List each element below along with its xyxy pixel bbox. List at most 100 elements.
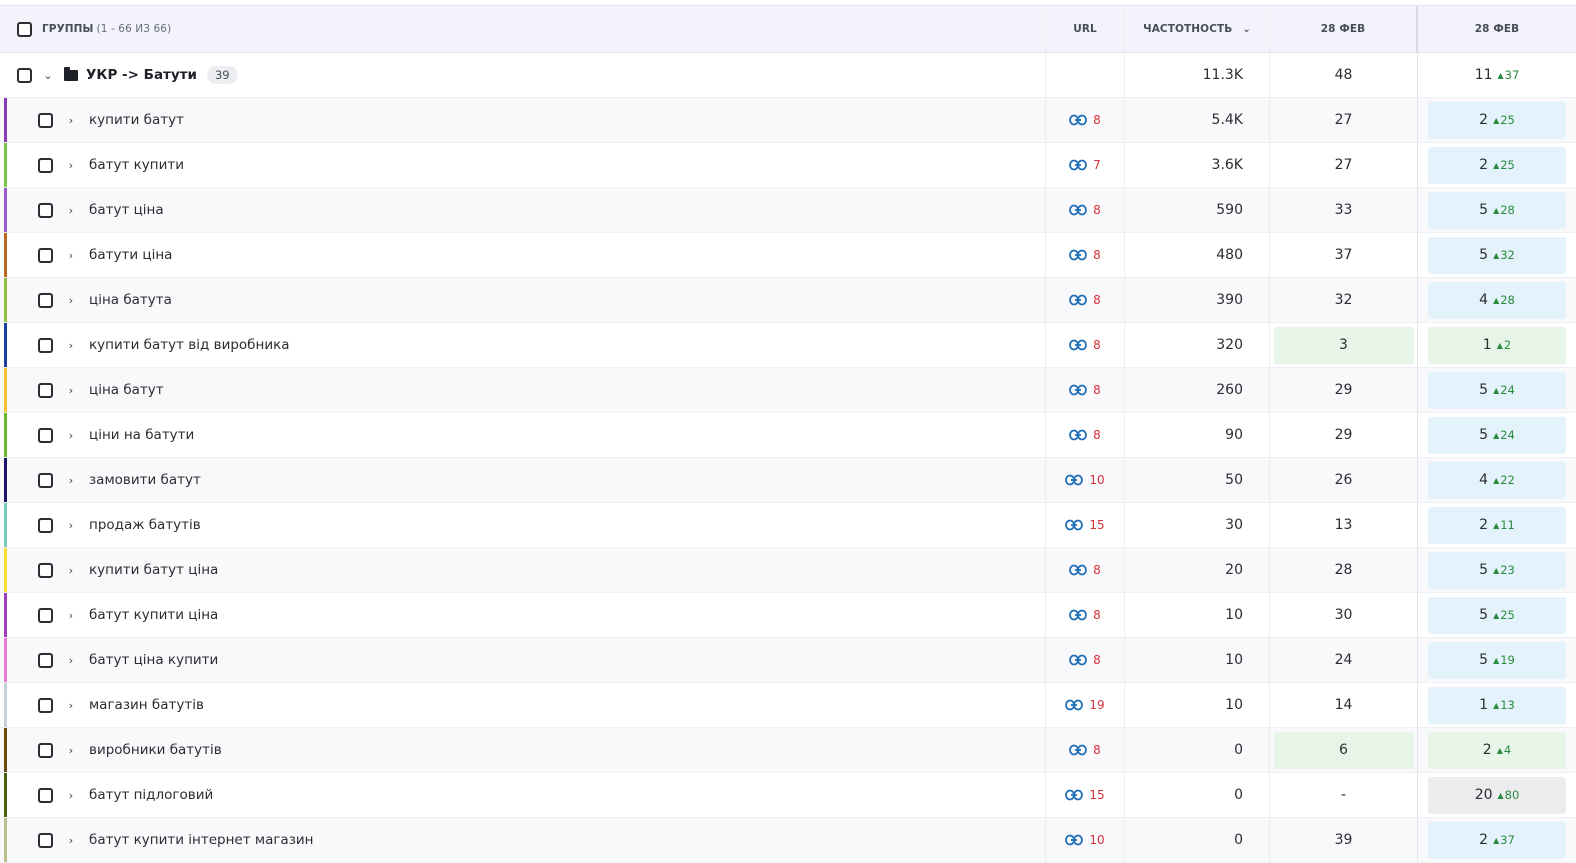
url-cell[interactable]: 8 xyxy=(1046,98,1125,142)
url-cell[interactable]: 8 xyxy=(1046,548,1125,592)
url-count[interactable]: 10 xyxy=(1089,473,1104,487)
row-checkbox[interactable] xyxy=(38,247,53,263)
chevron-right-icon[interactable]: › xyxy=(63,654,79,667)
header-date1[interactable]: 28 ФЕВ xyxy=(1270,6,1418,52)
table-row[interactable]: › продаж батутів 15 30 13 2 ▲11 xyxy=(0,503,1576,548)
url-count[interactable]: 8 xyxy=(1093,563,1101,577)
url-cell[interactable]: 15 xyxy=(1046,503,1125,547)
url-count[interactable]: 8 xyxy=(1093,383,1101,397)
url-cell[interactable]: 8 xyxy=(1046,323,1125,367)
url-count[interactable]: 8 xyxy=(1093,608,1101,622)
link-icon[interactable] xyxy=(1069,654,1088,666)
table-row[interactable]: › батут ціна купити 8 10 24 5 ▲19 xyxy=(0,638,1576,683)
row-checkbox[interactable] xyxy=(38,427,53,443)
table-row[interactable]: › купити батут від виробника 8 320 3 1 ▲… xyxy=(0,323,1576,368)
link-icon[interactable] xyxy=(1069,339,1088,351)
url-cell[interactable]: 8 xyxy=(1046,278,1125,322)
row-checkbox[interactable] xyxy=(38,472,53,488)
link-icon[interactable] xyxy=(1065,474,1084,486)
link-icon[interactable] xyxy=(1065,789,1084,801)
row-checkbox[interactable] xyxy=(38,652,53,668)
url-count[interactable]: 15 xyxy=(1089,788,1104,802)
row-checkbox[interactable] xyxy=(38,202,53,218)
chevron-right-icon[interactable]: › xyxy=(63,699,79,712)
url-count[interactable]: 19 xyxy=(1089,698,1104,712)
url-cell[interactable]: 8 xyxy=(1046,368,1125,412)
url-count[interactable]: 8 xyxy=(1093,743,1101,757)
table-row[interactable]: › батут купити 7 3.6K 27 2 ▲25 xyxy=(0,143,1576,188)
chevron-right-icon[interactable]: › xyxy=(63,834,79,847)
url-count[interactable]: 8 xyxy=(1093,428,1101,442)
url-cell[interactable]: 8 xyxy=(1046,233,1125,277)
link-icon[interactable] xyxy=(1069,384,1088,396)
row-checkbox[interactable] xyxy=(38,787,53,803)
row-checkbox[interactable] xyxy=(38,742,53,758)
select-all-checkbox[interactable] xyxy=(17,21,32,37)
table-row[interactable]: › виробники батутів 8 0 6 2 ▲4 xyxy=(0,728,1576,773)
chevron-right-icon[interactable]: › xyxy=(63,609,79,622)
table-row[interactable]: › магазин батутів 19 10 14 1 ▲13 xyxy=(0,683,1576,728)
link-icon[interactable] xyxy=(1069,159,1088,171)
link-icon[interactable] xyxy=(1069,114,1088,126)
group-checkbox[interactable] xyxy=(17,67,32,83)
url-cell[interactable]: 10 xyxy=(1046,818,1125,862)
link-icon[interactable] xyxy=(1069,744,1088,756)
url-cell[interactable]: 8 xyxy=(1046,593,1125,637)
chevron-right-icon[interactable]: › xyxy=(63,204,79,217)
url-count[interactable]: 8 xyxy=(1093,653,1101,667)
url-cell[interactable]: 15 xyxy=(1046,773,1125,817)
chevron-right-icon[interactable]: › xyxy=(63,474,79,487)
link-icon[interactable] xyxy=(1069,204,1088,216)
chevron-right-icon[interactable]: › xyxy=(63,564,79,577)
table-row[interactable]: › купити батут 8 5.4K 27 2 ▲25 xyxy=(0,98,1576,143)
table-row[interactable]: › батути ціна 8 480 37 5 ▲32 xyxy=(0,233,1576,278)
url-count[interactable]: 8 xyxy=(1093,293,1101,307)
url-cell[interactable]: 7 xyxy=(1046,143,1125,187)
table-row[interactable]: › ціна батут 8 260 29 5 ▲24 xyxy=(0,368,1576,413)
chevron-right-icon[interactable]: › xyxy=(63,744,79,757)
link-icon[interactable] xyxy=(1065,519,1084,531)
url-count[interactable]: 8 xyxy=(1093,248,1101,262)
row-checkbox[interactable] xyxy=(38,607,53,623)
group-row[interactable]: ⌄ УКР -> Батути 39 11.3K 48 11 ▲37 xyxy=(0,53,1576,98)
row-checkbox[interactable] xyxy=(38,157,53,173)
table-row[interactable]: › замовити батут 10 50 26 4 ▲22 xyxy=(0,458,1576,503)
chevron-right-icon[interactable]: › xyxy=(63,159,79,172)
chevron-right-icon[interactable]: › xyxy=(63,294,79,307)
chevron-right-icon[interactable]: › xyxy=(63,789,79,802)
row-checkbox[interactable] xyxy=(38,112,53,128)
row-checkbox[interactable] xyxy=(38,292,53,308)
sort-chevron-down-icon[interactable]: ⌄ xyxy=(1242,24,1250,35)
url-count[interactable]: 15 xyxy=(1089,518,1104,532)
chevron-right-icon[interactable]: › xyxy=(63,339,79,352)
url-count[interactable]: 8 xyxy=(1093,113,1101,127)
table-row[interactable]: › батут купити ціна 8 10 30 5 ▲25 xyxy=(0,593,1576,638)
chevron-right-icon[interactable]: › xyxy=(63,384,79,397)
row-checkbox[interactable] xyxy=(38,697,53,713)
link-icon[interactable] xyxy=(1069,609,1088,621)
url-cell[interactable]: 8 xyxy=(1046,188,1125,232)
table-row[interactable]: › батут купити інтернет магазин 10 0 39 … xyxy=(0,818,1576,863)
table-row[interactable]: › батут підлоговий 15 0 - 20 ▲80 xyxy=(0,773,1576,818)
chevron-down-icon[interactable]: ⌄ xyxy=(40,69,56,82)
url-cell[interactable]: 10 xyxy=(1046,458,1125,502)
table-row[interactable]: › ціна батута 8 390 32 4 ▲28 xyxy=(0,278,1576,323)
header-date2[interactable]: 28 ФЕВ xyxy=(1418,6,1576,52)
row-checkbox[interactable] xyxy=(38,337,53,353)
url-count[interactable]: 10 xyxy=(1089,833,1104,847)
url-count[interactable]: 8 xyxy=(1093,203,1101,217)
url-cell[interactable]: 8 xyxy=(1046,413,1125,457)
link-icon[interactable] xyxy=(1065,834,1084,846)
row-checkbox[interactable] xyxy=(38,517,53,533)
link-icon[interactable] xyxy=(1069,294,1088,306)
link-icon[interactable] xyxy=(1069,429,1088,441)
row-checkbox[interactable] xyxy=(38,382,53,398)
link-icon[interactable] xyxy=(1069,564,1088,576)
row-checkbox[interactable] xyxy=(38,562,53,578)
chevron-right-icon[interactable]: › xyxy=(63,519,79,532)
chevron-right-icon[interactable]: › xyxy=(63,114,79,127)
url-cell[interactable]: 8 xyxy=(1046,638,1125,682)
header-frequency[interactable]: ЧАСТОТНОСТЬ ⌄ xyxy=(1125,6,1270,52)
url-count[interactable]: 8 xyxy=(1093,338,1101,352)
table-row[interactable]: › батут ціна 8 590 33 5 ▲28 xyxy=(0,188,1576,233)
